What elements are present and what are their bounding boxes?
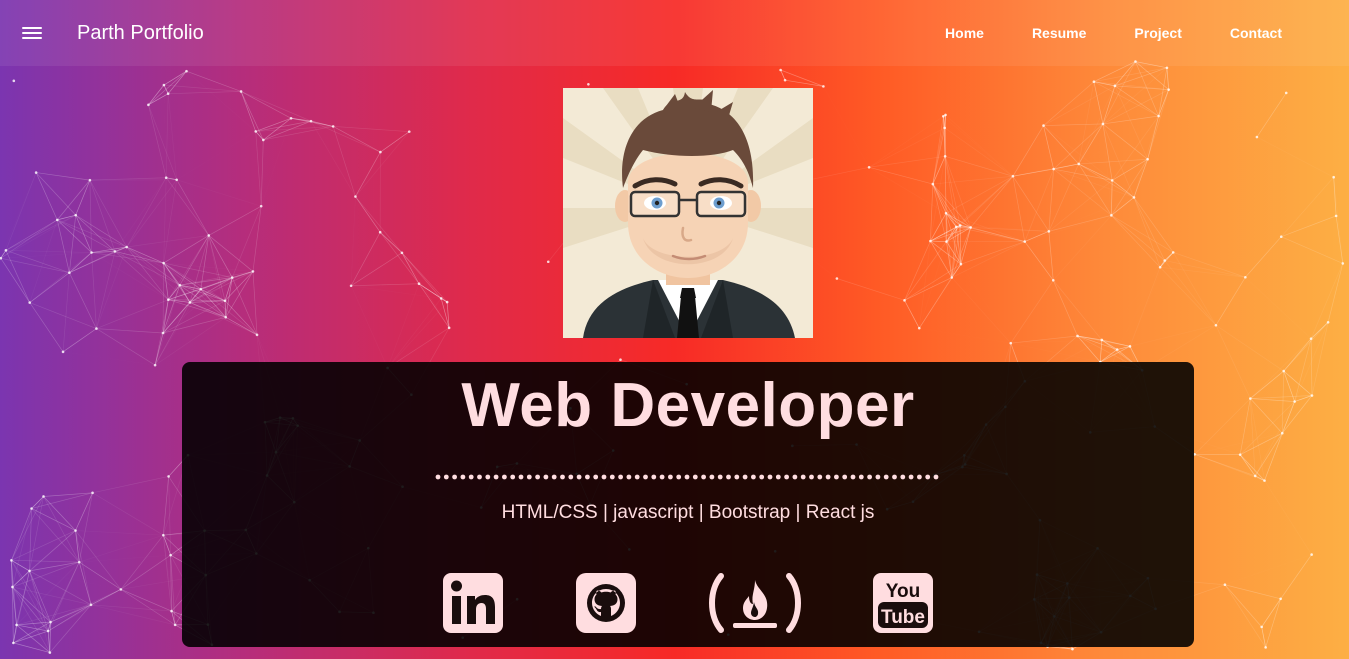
freecodecamp-icon[interactable] [707, 572, 803, 634]
nav-contact-link[interactable]: Contact [1230, 25, 1282, 41]
svg-text:You: You [886, 581, 920, 602]
main-nav: Home Resume Project Contact [897, 25, 1282, 41]
github-icon[interactable] [575, 572, 637, 634]
skills-list: HTML/CSS | javascript | Bootstrap | Reac… [501, 502, 875, 523]
nav-home-link[interactable]: Home [945, 25, 984, 41]
hero-card: Web Developer HTML/CSS | javascript | Bo… [182, 362, 1194, 647]
brand-title[interactable]: Parth Portfolio [77, 22, 204, 45]
youtube-icon[interactable]: You Tube [872, 572, 934, 634]
hamburger-menu-icon[interactable] [22, 24, 44, 42]
linkedin-icon[interactable] [442, 572, 504, 634]
svg-text:Tube: Tube [881, 607, 925, 628]
dotted-divider [435, 474, 939, 480]
top-navigation-bar: Parth Portfolio Home Resume Project Cont… [0, 0, 1349, 66]
nav-resume-link[interactable]: Resume [1032, 25, 1086, 41]
avatar [563, 88, 813, 338]
nav-project-link[interactable]: Project [1134, 25, 1181, 41]
hero-title: Web Developer [461, 371, 915, 440]
page: Parth Portfolio Home Resume Project Cont… [0, 0, 1349, 659]
